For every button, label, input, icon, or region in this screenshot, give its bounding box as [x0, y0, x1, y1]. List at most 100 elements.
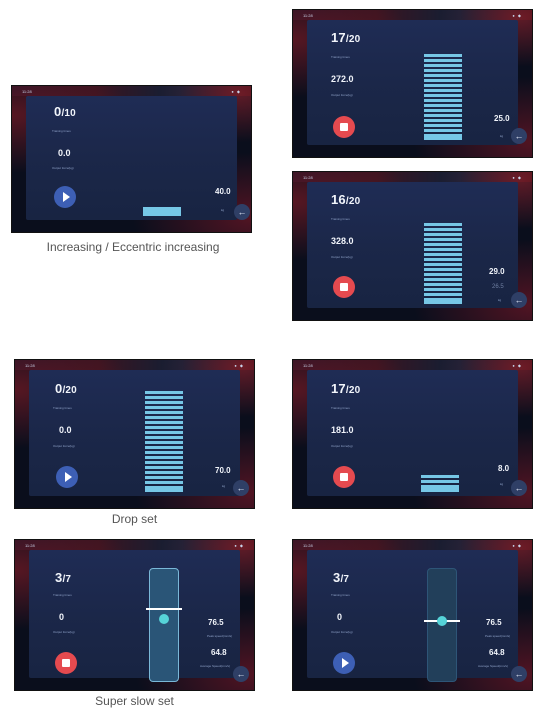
peak-speed-label: Peak speed(mm/s) — [207, 634, 233, 638]
weight-unit: kg — [500, 482, 504, 486]
weight-bar — [424, 64, 462, 67]
speed-track — [149, 568, 179, 682]
stop-button[interactable] — [55, 652, 77, 674]
status-icons: ● ◆ — [512, 362, 522, 368]
back-arrow-icon[interactable]: ← — [233, 666, 249, 682]
output-force-value: 0.0 — [58, 148, 71, 158]
back-arrow-icon[interactable]: ← — [511, 480, 527, 496]
weight-bar — [145, 426, 183, 429]
status-icons: ● ◆ — [512, 12, 522, 18]
weight-bar — [424, 253, 462, 256]
caption-superslow: Super slow set — [95, 694, 174, 708]
play-button[interactable] — [54, 186, 76, 208]
peak-speed-value: 76.5 — [486, 618, 502, 627]
weight-bar — [145, 441, 183, 444]
weight-unit: kg — [221, 208, 225, 212]
weight-bar — [145, 471, 183, 474]
weight-bar — [145, 446, 183, 449]
weight-bar — [424, 228, 462, 231]
weight-bar — [424, 298, 462, 304]
status-time: 11:28 — [22, 88, 32, 94]
screen-increasing-16: 11:28 ● ◆ 16/20 Training times 328.0 Outp… — [293, 172, 532, 320]
status-icons: ● ◆ — [512, 174, 522, 180]
weight-bar — [145, 431, 183, 434]
weight-bar — [424, 89, 462, 92]
status-time: 11:28 — [25, 542, 35, 548]
stop-icon — [340, 473, 348, 481]
weight-bar — [424, 119, 462, 122]
status-time: 11:28 — [303, 174, 313, 180]
back-arrow-icon[interactable]: ← — [511, 666, 527, 682]
peak-speed-label: Peak speed(mm/s) — [485, 634, 511, 638]
status-icons: ● ◆ — [234, 362, 244, 368]
stop-button[interactable] — [333, 466, 355, 488]
play-button[interactable] — [56, 466, 78, 488]
play-icon — [62, 192, 70, 202]
training-count: 3/7 — [333, 570, 350, 585]
weight-bar — [424, 288, 462, 291]
screen-increasing-17: 11:28 ● ◆ 17/20 Training times 272.0 Outp… — [293, 10, 532, 157]
weight-bar — [145, 436, 183, 439]
screen-drop-start: 11:28 ● ◆ 0/20 Training times 0.0 Output … — [15, 360, 254, 508]
weight-bar — [145, 461, 183, 464]
training-times-label: Training times — [331, 593, 350, 597]
weight-bar — [424, 238, 462, 241]
position-indicator — [159, 614, 169, 624]
status-icons: ● ◆ — [234, 542, 244, 548]
training-count: 0/20 — [55, 381, 77, 396]
back-arrow-icon[interactable]: ← — [511, 128, 527, 144]
back-arrow-icon[interactable]: ← — [511, 292, 527, 308]
peak-speed-value: 76.5 — [208, 618, 224, 627]
weight-bar — [145, 466, 183, 469]
back-arrow-icon[interactable]: ← — [234, 204, 250, 220]
weight-bar — [424, 99, 462, 102]
stop-button[interactable] — [333, 116, 355, 138]
weight-bar — [145, 396, 183, 399]
stop-icon — [340, 283, 348, 291]
stop-icon — [340, 123, 348, 131]
weight-unit: kg — [222, 484, 226, 488]
weight-bar — [145, 401, 183, 404]
caption-increasing: Increasing / Eccentric increasing — [46, 240, 220, 254]
play-button[interactable] — [333, 652, 355, 674]
weight-bar — [424, 134, 462, 140]
play-icon — [64, 472, 72, 482]
weight-bar — [145, 391, 183, 394]
weight-bar — [424, 94, 462, 97]
stop-button[interactable] — [333, 276, 355, 298]
weight-bar — [424, 109, 462, 112]
weight-bar — [424, 84, 462, 87]
weight-bar — [424, 114, 462, 117]
weight-bar — [145, 411, 183, 414]
weight-bar — [145, 486, 183, 492]
status-time: 11:28 — [303, 12, 313, 18]
screen-drop-17: 11:28 ● ◆ 17/20 Training times 181.0 Outp… — [293, 360, 532, 508]
back-arrow-icon[interactable]: ← — [233, 480, 249, 496]
weight-bar — [424, 104, 462, 107]
weight-bar — [424, 273, 462, 276]
weight-bar — [424, 293, 462, 296]
weight-bar — [145, 451, 183, 454]
weight-value: 29.0 — [489, 267, 505, 276]
screen-superslow-active: 11:28 ● ◆ 3/7 Training times 0 Output for… — [15, 540, 254, 690]
average-speed-value: 64.8 — [211, 648, 227, 657]
weight-bar — [424, 59, 462, 62]
output-force-label: Output force(kg) — [53, 630, 75, 634]
training-times-label: Training times — [53, 593, 72, 597]
output-force-value: 328.0 — [331, 236, 354, 246]
training-count: 17/20 — [331, 381, 361, 396]
training-times-label: Training times — [52, 129, 71, 133]
weight-bar — [421, 485, 459, 492]
weight-bar — [424, 278, 462, 281]
weight-bar — [424, 129, 462, 132]
weight-value: 25.0 — [494, 114, 510, 123]
weight-bar — [424, 233, 462, 236]
weight-bar — [424, 268, 462, 271]
weight-bar — [424, 263, 462, 266]
status-icons: ● ◆ — [231, 88, 241, 94]
output-force-label: Output force(kg) — [331, 93, 353, 97]
output-force-label: Output force(kg) — [331, 630, 353, 634]
output-force-value: 0.0 — [59, 425, 72, 435]
output-force-value: 0 — [337, 612, 343, 622]
status-icons: ● ◆ — [512, 542, 522, 548]
